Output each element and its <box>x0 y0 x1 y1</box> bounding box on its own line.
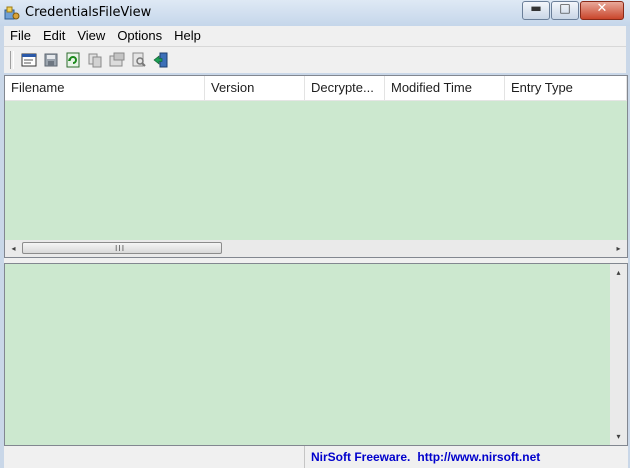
copy-icon <box>88 53 102 68</box>
vendor-text: NirSoft Freeware. <box>311 450 411 464</box>
menu-file[interactable]: File <box>4 26 37 46</box>
copy-button[interactable] <box>84 50 106 70</box>
refresh-button[interactable] <box>62 50 84 70</box>
column-filename[interactable]: Filename <box>5 76 205 100</box>
menu-view[interactable]: View <box>71 26 111 46</box>
save-icon <box>44 53 58 67</box>
credentials-list[interactable]: Filename Version Decrypte... Modified Ti… <box>4 75 628 258</box>
maximize-icon: □ <box>559 1 571 15</box>
details-pane[interactable]: ▴ ▾ <box>4 263 628 446</box>
window-button[interactable] <box>18 50 40 70</box>
minimize-button[interactable]: ▬ <box>522 1 550 20</box>
window-controls: ▬ □ ✕ <box>521 1 624 20</box>
vendor-url[interactable]: http://www.nirsoft.net <box>417 450 540 464</box>
app-icon <box>4 6 20 20</box>
minimize-icon: ▬ <box>530 1 542 15</box>
menu-edit[interactable]: Edit <box>37 26 71 46</box>
exit-icon <box>153 52 168 68</box>
refresh-icon <box>66 52 80 68</box>
properties-button[interactable] <box>106 50 128 70</box>
find-icon <box>132 52 146 67</box>
scroll-right-icon[interactable]: ▸ <box>610 240 627 257</box>
vertical-scrollbar[interactable]: ▴ ▾ <box>610 264 627 445</box>
column-entry-type[interactable]: Entry Type <box>505 76 627 100</box>
column-version[interactable]: Version <box>205 76 305 100</box>
grip-icon: III <box>115 244 126 253</box>
list-header: Filename Version Decrypte... Modified Ti… <box>5 76 627 101</box>
save-button[interactable] <box>40 50 62 70</box>
status-cell-1 <box>4 446 305 468</box>
menu-options[interactable]: Options <box>111 26 168 46</box>
column-modified-time[interactable]: Modified Time <box>385 76 505 100</box>
scroll-left-icon[interactable]: ◂ <box>5 240 22 257</box>
status-bar: NirSoft Freeware. http://www.nirsoft.net <box>4 446 628 468</box>
window-icon <box>21 53 37 67</box>
column-decrypted[interactable]: Decrypte... <box>305 76 385 100</box>
scrollbar-thumb[interactable]: III <box>22 242 222 254</box>
maximize-button[interactable]: □ <box>551 1 579 20</box>
window-title: CredentialsFileView <box>25 5 152 20</box>
toolbar <box>4 46 626 73</box>
properties-icon <box>109 52 125 67</box>
nirsoft-link[interactable]: NirSoft Freeware. http://www.nirsoft.net <box>305 446 540 468</box>
horizontal-scrollbar[interactable]: ◂ III ▸ <box>5 240 627 257</box>
title-bar[interactable]: CredentialsFileView ▬ □ ✕ <box>0 0 630 26</box>
close-icon: ✕ <box>596 1 608 16</box>
find-button[interactable] <box>128 50 150 70</box>
menu-bar: File Edit View Options Help <box>4 26 626 46</box>
close-button[interactable]: ✕ <box>580 1 624 20</box>
scroll-up-icon[interactable]: ▴ <box>610 264 627 281</box>
menu-help[interactable]: Help <box>168 26 207 46</box>
toolbar-grip <box>10 51 14 69</box>
exit-button[interactable] <box>150 50 172 70</box>
scroll-down-icon[interactable]: ▾ <box>610 428 627 445</box>
